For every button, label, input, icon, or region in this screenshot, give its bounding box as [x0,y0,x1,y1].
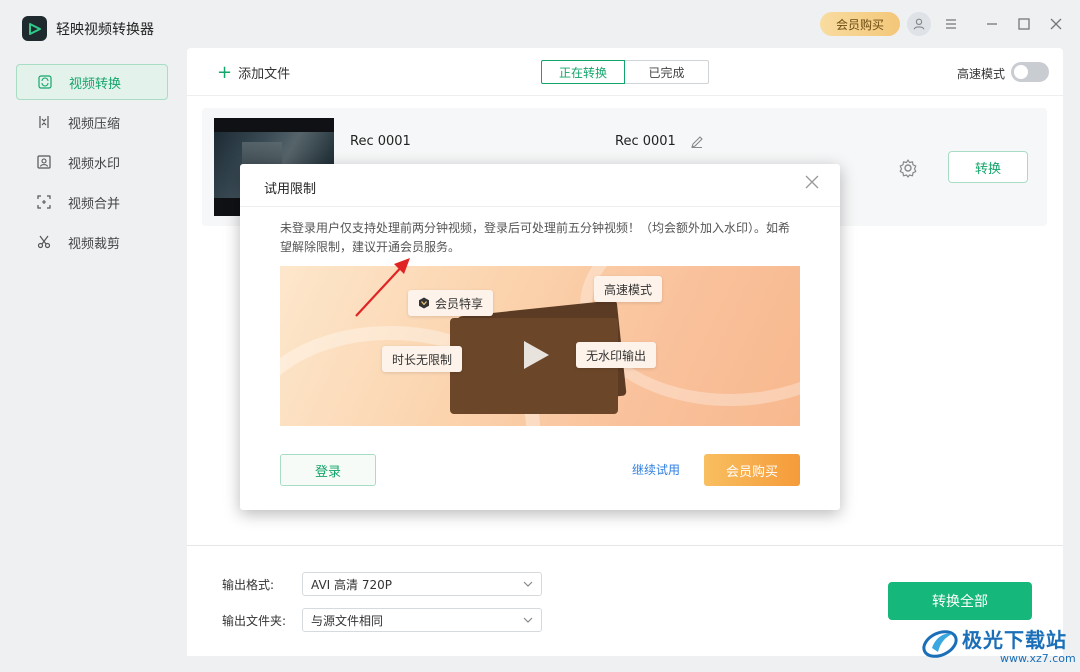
buy-vip-button[interactable]: 会员购买 [704,454,800,486]
edit-name-icon[interactable] [690,135,704,149]
chevron-down-icon [523,581,533,587]
chevron-down-icon [523,617,533,623]
speed-mode-chip: 高速模式 [594,276,663,302]
tab-converting[interactable]: 正在转换 [541,60,625,84]
output-file-name: Rec 0001 [615,134,676,149]
sidebar-item-label: 视频转换 [69,76,122,92]
user-avatar-icon[interactable] [907,12,931,36]
convert-all-button[interactable]: 转换全部 [888,582,1032,620]
convert-button[interactable]: 转换 [948,151,1028,183]
menu-icon[interactable] [941,14,961,34]
login-button[interactable]: 登录 [280,454,376,486]
sidebar-item-crop[interactable]: 视频裁剪 [16,224,168,260]
close-icon[interactable] [804,174,820,190]
source-file-name: Rec 0001 [350,134,411,149]
sidebar-item-label: 视频水印 [68,156,121,172]
app-logo-icon [22,16,47,41]
watermark-icon [36,154,52,170]
sidebar-item-watermark[interactable]: 视频水印 [16,144,168,180]
gear-icon[interactable] [898,158,918,178]
add-file-label: 添加文件 [238,67,291,82]
convert-icon [37,74,53,90]
vip-purchase-button[interactable]: 会员购买 [820,12,900,36]
sidebar-item-compress[interactable]: 视频压缩 [16,104,168,140]
toolbar: + 添加文件 正在转换 已完成 高速模式 [187,48,1063,96]
output-format-select[interactable]: AVI 高清 720P [302,572,542,596]
speed-mode-label: 高速模式 [957,67,1006,81]
trial-limit-dialog: 试用限制 未登录用户仅支持处理前两分钟视频，登录后可处理前五分钟视频！（均会额外… [240,164,840,510]
output-folder-value: 与源文件相同 [311,613,384,628]
sidebar-item-label: 视频合并 [68,196,121,212]
unlimited-duration-chip: 时长无限制 [382,346,463,372]
site-watermark: 极光下载站 www.xz7.com [920,620,1080,672]
close-icon[interactable] [1046,14,1066,34]
chip-label: 会员特享 [435,296,484,311]
sidebar-item-merge[interactable]: 视频合并 [16,184,168,220]
sidebar-item-label: 视频裁剪 [68,236,121,252]
vip-exclusive-chip: 会员特享 [408,290,494,316]
output-format-label: 输出格式: [222,578,275,592]
output-folder-label: 输出文件夹: [222,614,287,628]
watermark-brand: 极光下载站 [962,628,1067,652]
status-tabs: 正在转换 已完成 [541,60,709,84]
toggle-knob [1014,65,1028,79]
dialog-title: 试用限制 [264,182,317,197]
watermark-url: www.xz7.com [1000,652,1076,665]
minimize-icon[interactable] [982,14,1002,34]
dialog-divider [240,206,840,207]
add-file-button[interactable]: + 添加文件 [217,63,290,82]
compress-icon [36,114,52,130]
output-format-value: AVI 高清 720P [311,577,392,592]
continue-trial-link[interactable]: 继续试用 [632,461,680,478]
speed-mode-toggle[interactable] [1011,62,1049,82]
no-watermark-chip: 无水印输出 [576,342,657,368]
merge-icon [36,194,52,210]
watermark-logo-icon [922,630,958,658]
sidebar: 视频转换 视频压缩 视频水印 视频合并 视频裁剪 [0,48,186,672]
tab-completed[interactable]: 已完成 [625,60,709,84]
annotation-arrow-icon [355,258,410,317]
plus-icon: + [217,61,233,83]
title-bar: 轻映视频转换器 会员购买 [0,0,1080,48]
scissors-icon [36,234,52,250]
maximize-icon[interactable] [1014,14,1034,34]
app-title: 轻映视频转换器 [56,22,154,38]
sidebar-item-label: 视频压缩 [68,116,121,132]
play-icon [524,341,549,369]
sidebar-item-convert[interactable]: 视频转换 [16,64,168,100]
output-folder-select[interactable]: 与源文件相同 [302,608,542,632]
